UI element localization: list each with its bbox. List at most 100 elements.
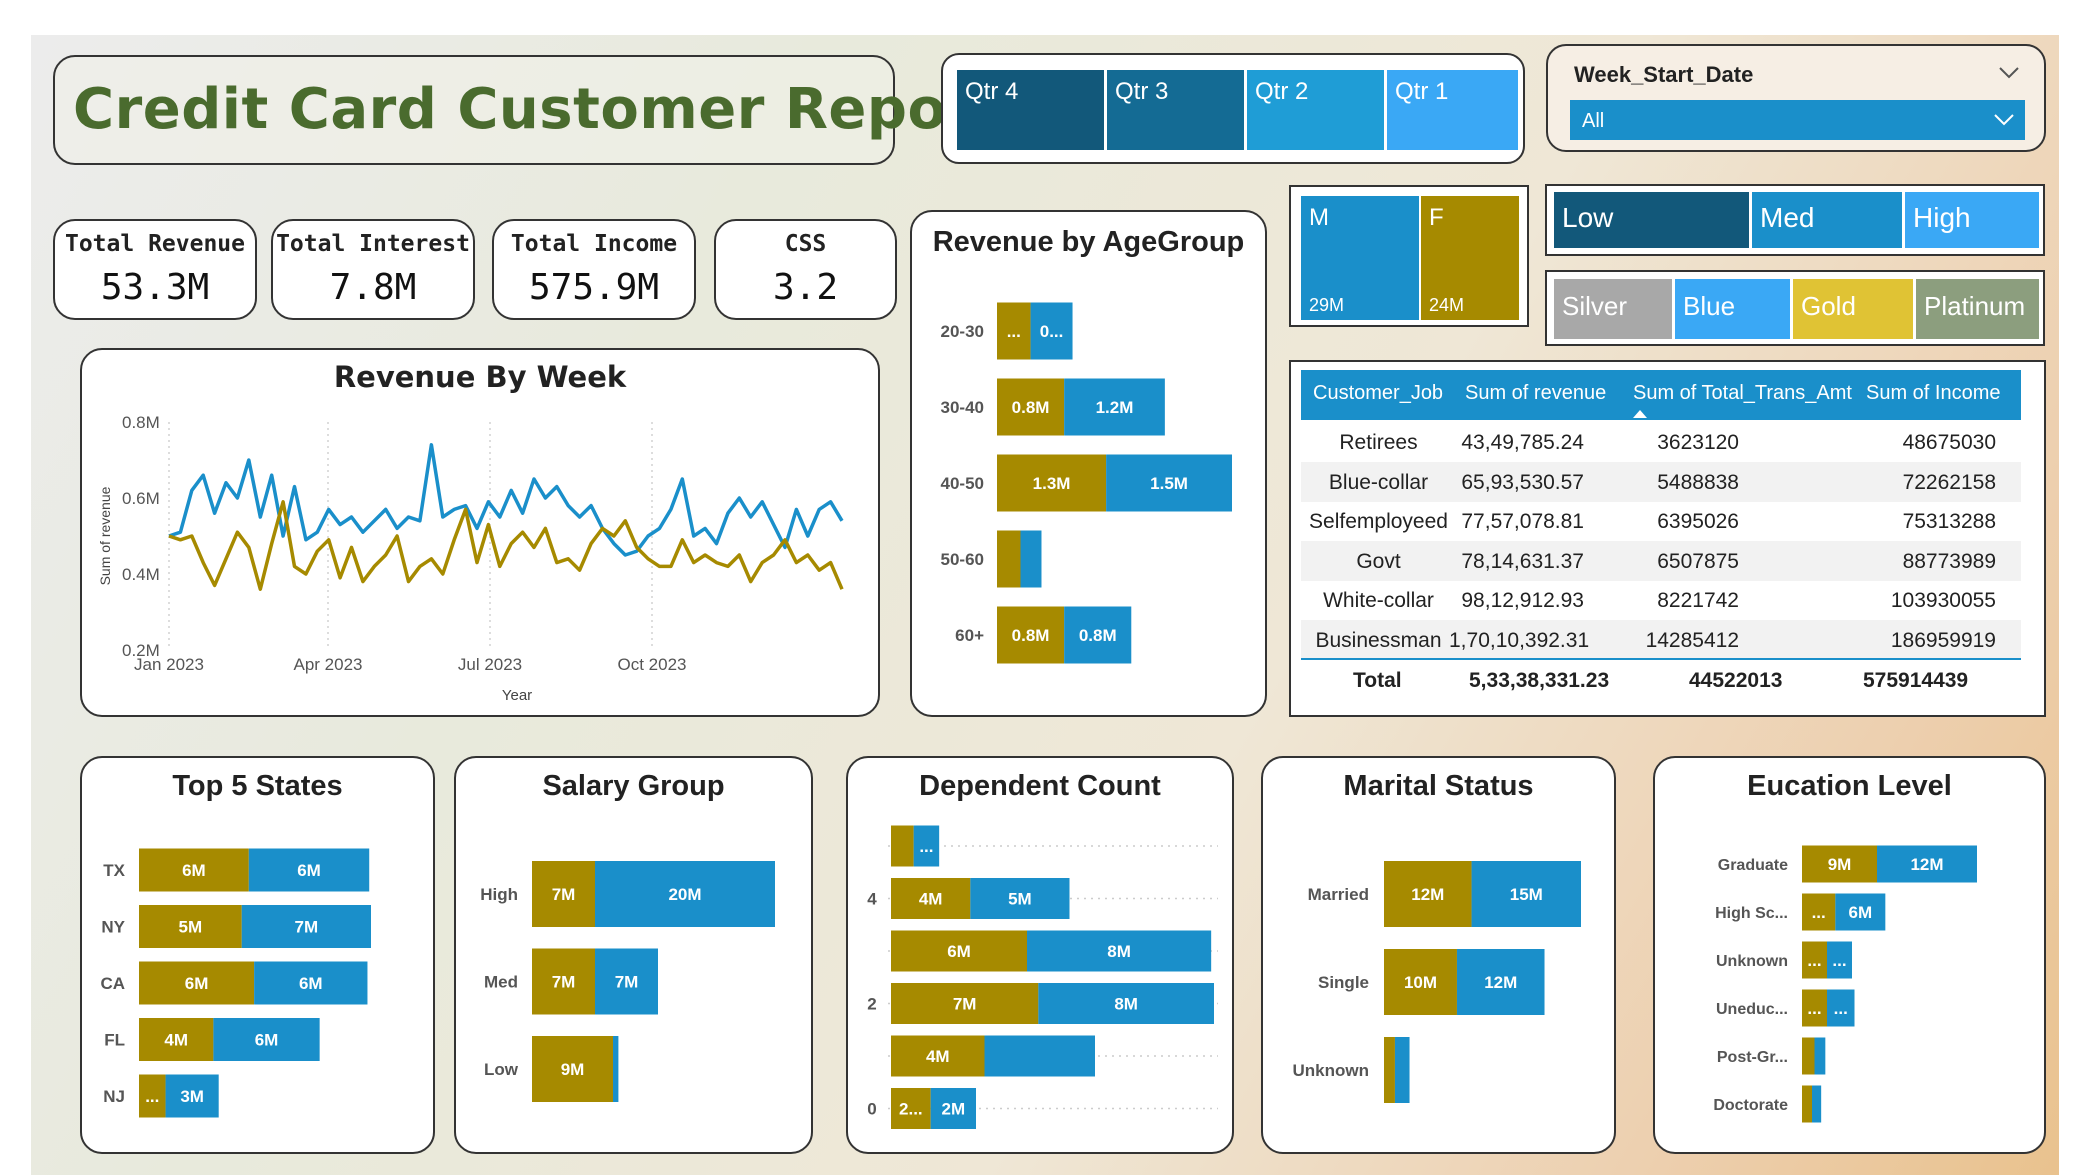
table-cell: 14285412 <box>1645 628 1739 652</box>
data-label: 6M <box>947 942 971 961</box>
filter-label: Week_Start_Date <box>1574 62 1754 87</box>
kpi-value: 575.9M <box>528 267 660 308</box>
category-label: High Sc... <box>1715 905 1788 922</box>
kpi-value: 53.3M <box>100 267 210 308</box>
chevron-up-icon[interactable] <box>1998 66 2020 80</box>
slicer-label: High <box>1913 202 1971 233</box>
header-sum-revenue[interactable]: Sum of revenue <box>1465 382 1606 405</box>
slicer-income-med[interactable]: Med <box>1752 192 1902 248</box>
data-label: 12M <box>1484 973 1517 992</box>
slicer-label: Blue <box>1683 291 1736 321</box>
slicer-label: Qtr 3 <box>1115 78 1169 105</box>
data-label: 6M <box>297 861 321 880</box>
slicer-qtr2[interactable]: Qtr 2 <box>1247 70 1384 150</box>
total-cell: 5,33,38,331.23 <box>1469 669 1610 692</box>
table-cell: 186959919 <box>1890 628 1996 652</box>
data-label: 15M <box>1510 885 1543 904</box>
slicer-qtr1[interactable]: Qtr 1 <box>1387 70 1518 150</box>
slicer-income-high[interactable]: High <box>1905 192 2039 248</box>
data-label: 6M <box>1849 903 1873 922</box>
table-cell: 1,70,10,392.31 <box>1449 628 1590 652</box>
data-label: 2... <box>899 1100 923 1119</box>
table-row[interactable]: Businessman 1,70,10,392.31 14285412 1869599… <box>1301 619 2021 660</box>
y-tick-label: 4 <box>867 890 877 909</box>
slicer-gender-m[interactable]: M 29M <box>1301 196 1419 320</box>
data-label: 5M <box>179 918 203 937</box>
slicer-card-blue[interactable]: Blue <box>1675 279 1790 339</box>
slicer-income-low[interactable]: Low <box>1554 192 1749 248</box>
table-header: Customer_Job Sum of revenue Sum of Total… <box>1301 370 2021 420</box>
marital-status-card: Marital Status Married 12M 15M Single 10M 12M… <box>1261 756 1616 1154</box>
kpi-label: Total Interest <box>276 231 470 257</box>
total-cell: Total <box>1353 669 1402 692</box>
header-customer-job[interactable]: Customer_Job <box>1313 382 1443 405</box>
slicer-qtr4[interactable]: Qtr 4 <box>957 70 1104 150</box>
slicer-card-platinum[interactable]: Platinum <box>1916 279 2039 339</box>
dashboard-canvas: Credit Card Customer Report Total Revenu… <box>31 35 2059 1175</box>
data-label: ... <box>1007 322 1021 341</box>
data-label: 7M <box>615 973 639 992</box>
week-start-date-dropdown[interactable]: All <box>1570 100 2025 140</box>
slicer-label: Silver <box>1562 291 1628 321</box>
page-title: Credit Card Customer Report <box>73 77 1002 142</box>
data-label: 9M <box>1828 855 1852 874</box>
data-label: 7M <box>552 973 576 992</box>
card-category-slicer: Silver Blue Gold Platinum <box>1545 270 2045 346</box>
x-tick-label: Jul 2023 <box>458 655 522 674</box>
data-label: 6M <box>255 1031 279 1050</box>
kpi-label: CSS <box>784 231 827 257</box>
table-cell: Govt <box>1356 549 1401 573</box>
slicer-label: Qtr 1 <box>1395 78 1449 105</box>
category-label: 50-60 <box>941 550 984 569</box>
data-label: 4M <box>919 890 943 909</box>
y-axis-title: Sum of revenue <box>97 486 113 585</box>
table-cell: Selfemployeed <box>1309 510 1448 533</box>
education-level-card: Eucation Level Graduate 9M 12M High Sc.....… <box>1653 756 2046 1154</box>
x-axis-title: Year <box>502 687 532 704</box>
bar-segment <box>1394 1037 1410 1103</box>
table-row[interactable]: White-collar 98,12,912.93 8221742 103930055 <box>1301 580 2021 620</box>
data-label: 1.2M <box>1096 398 1134 417</box>
total-cell: 44522013 <box>1689 669 1783 692</box>
slicer-qtr3[interactable]: Qtr 3 <box>1107 70 1244 150</box>
category-label: Single <box>1318 973 1369 992</box>
table-row[interactable]: Selfemployeed 77,57,078.81 6395026 75313288 <box>1301 501 2021 541</box>
table-row[interactable]: Retirees 43,49,785.24 3623120 48675030 <box>1301 422 2021 462</box>
slicer-card-silver[interactable]: Silver <box>1554 279 1672 339</box>
kpi-card-total-interest: Total Interest 7.8M <box>271 219 475 320</box>
table-cell: Blue-collar <box>1328 470 1429 494</box>
table-cell: 65,93,530.57 <box>1461 470 1584 494</box>
header-sum-income[interactable]: Sum of Income <box>1866 382 2001 405</box>
table-cell: 75313288 <box>1902 510 1996 533</box>
header-sum-trans-amt[interactable]: Sum of Total_Trans_Amt <box>1633 382 1852 405</box>
table-cell: Businessman <box>1315 628 1442 652</box>
category-label: Low <box>484 1060 519 1079</box>
gender-slicer: M 29M F 24M <box>1289 185 1529 327</box>
table-cell: White-collar <box>1323 589 1434 612</box>
table-row[interactable]: Blue-collar 65,93,530.57 5488838 72262158 <box>1301 461 2021 502</box>
table-row[interactable]: Govt 78,14,631.37 6507875 88773989 <box>1301 540 2021 581</box>
slicer-label: Qtr 4 <box>965 78 1019 105</box>
data-label: 6M <box>299 974 323 993</box>
series-line-1 <box>168 500 844 591</box>
top-5-states-card: Top 5 States TX 6M 6M NY 5M 7M CA 6M 6M FL 4M 6M NJ.… <box>80 756 435 1154</box>
revenue-by-week-chart: 0.2M0.4M0.6M0.8MJan 2023 Apr 2023 Jul 2023… <box>97 413 844 704</box>
bar-segment <box>1020 530 1042 588</box>
bar-segment <box>1802 1085 1812 1123</box>
income-slicer: Low Med High <box>1545 184 2045 256</box>
customer-job-table-card: Customer_Job Sum of revenue Sum of Total… <box>1289 360 2046 717</box>
data-label: 4M <box>164 1031 188 1050</box>
y-tick-label: 0.6M <box>122 489 160 508</box>
data-label: ... <box>919 837 933 856</box>
marital-status-chart: Married 12M 15M Single 10M 12M Unknown <box>1293 861 1581 1103</box>
category-label: Uneduc... <box>1716 1001 1788 1018</box>
data-label: 2M <box>942 1100 966 1119</box>
data-label: 9M <box>561 1060 585 1079</box>
table-total-row: Total 5,33,38,331.23 44522013 575914439 <box>1301 658 2021 700</box>
category-label: Doctorate <box>1713 1097 1788 1114</box>
slicer-card-gold[interactable]: Gold <box>1793 279 1913 339</box>
category-label: High <box>480 885 518 904</box>
category-label: FL <box>104 1031 125 1050</box>
data-label: ... <box>1832 951 1846 970</box>
slicer-gender-f[interactable]: F 24M <box>1421 196 1519 320</box>
